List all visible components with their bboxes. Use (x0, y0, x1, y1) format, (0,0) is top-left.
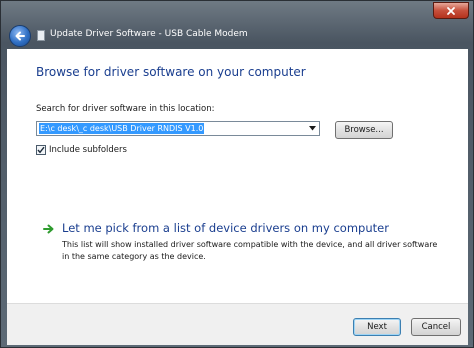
cancel-button[interactable]: Cancel (411, 318, 461, 336)
path-input[interactable]: E:\c desk\_c desk\USB Driver RNDIS V1.0 (39, 123, 205, 134)
title-bar: Update Driver Software - USB Cable Modem (1, 1, 473, 49)
close-button[interactable] (433, 2, 469, 19)
pick-from-list-link[interactable]: Let me pick from a list of device driver… (62, 221, 389, 235)
content-area: Browse for driver software on your compu… (7, 49, 468, 303)
green-arrow-icon (43, 224, 54, 234)
include-subfolders-checkbox[interactable] (36, 145, 46, 155)
close-icon (447, 6, 455, 15)
search-location-label: Search for driver software in this locat… (36, 104, 215, 114)
path-combobox[interactable]: E:\c desk\_c desk\USB Driver RNDIS V1.0 (36, 121, 320, 136)
window-title: Update Driver Software - USB Cable Modem (50, 29, 248, 39)
browse-button[interactable]: Browse... (335, 121, 393, 139)
back-button[interactable] (9, 25, 31, 47)
pick-from-list-description: This list will show installed driver sof… (62, 240, 438, 261)
dropdown-button[interactable] (307, 123, 318, 134)
window-icon (37, 30, 45, 41)
button-bar: Next Cancel (7, 303, 468, 345)
dialog-window: Update Driver Software - USB Cable Modem… (0, 0, 474, 348)
next-button[interactable]: Next (353, 318, 401, 336)
dropdown-arrow-icon (309, 126, 316, 131)
include-subfolders-label[interactable]: Include subfolders (49, 145, 127, 155)
checkmark-icon (37, 146, 45, 154)
back-arrow-icon (15, 31, 25, 41)
include-subfolders-row: Include subfolders (36, 145, 127, 155)
page-title: Browse for driver software on your compu… (36, 65, 306, 79)
